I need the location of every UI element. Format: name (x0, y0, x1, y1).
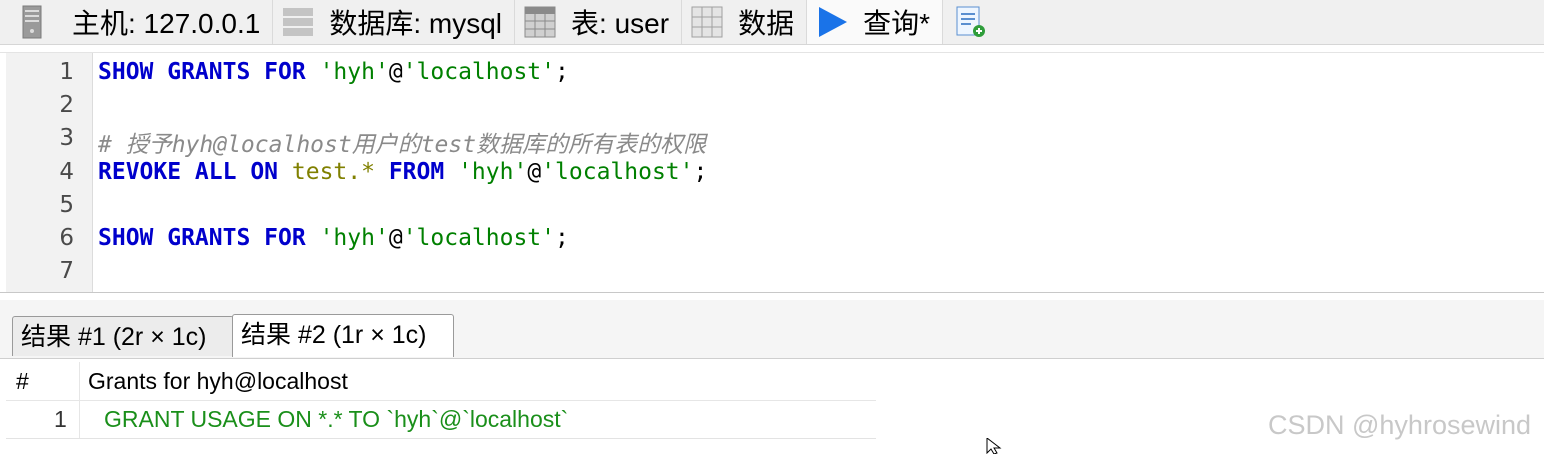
sql-at: @ (388, 225, 403, 251)
watermark: CSDN @hyhrosewind (1268, 410, 1531, 440)
line-number: 7 (59, 258, 74, 284)
sql-at: @ (527, 159, 542, 185)
line-number: 5 (59, 192, 74, 218)
code-line-3: # 授予hyh@localhost用户的test数据库的所有表的权限 (98, 132, 707, 158)
tab-data-label: 数据 (738, 8, 795, 39)
query-tab-bar: 主机: 127.0.0.1 数据库: mysql 表: user 数据 查询* (0, 0, 1544, 45)
column-header-grants[interactable]: Grants for hyh@localhost (88, 362, 348, 400)
row-number: 1 (54, 406, 67, 432)
sql-keyword: FROM (388, 159, 445, 185)
sql-string: 'hyh' (319, 59, 389, 85)
tab-database[interactable]: 数据库: mysql (273, 0, 516, 44)
sql-terminator: ; (693, 159, 708, 185)
table-icon (523, 5, 557, 39)
tab-database-label: 数据库: mysql (329, 8, 503, 39)
mouse-cursor-icon (986, 436, 1004, 458)
tab-table-label: 表: user (571, 8, 670, 39)
code-line-4: REVOKE ALL ON test.* FROM 'hyh'@'localho… (98, 159, 707, 185)
new-query-icon (953, 5, 987, 39)
data-grid-icon (690, 5, 724, 39)
sql-editor[interactable]: 1 2 3 4 5 6 7 SHOW GRANTS FOR 'hyh'@'loc… (0, 52, 1544, 293)
sql-string: 'localhost' (402, 225, 556, 251)
server-icon (22, 5, 42, 39)
sql-terminator: ; (555, 225, 569, 251)
line-number: 4 (59, 159, 74, 185)
result-grid: # Grants for hyh@localhost 1 GRANT USAGE… (6, 362, 876, 439)
line-number: 2 (59, 92, 74, 118)
tab-table[interactable]: 表: user (515, 0, 683, 44)
sql-string: 'hyh' (319, 225, 389, 251)
result-tab-1[interactable]: 结果 #1 (2r × 1c) (12, 316, 234, 356)
tab-query-label: 查询* (863, 8, 930, 39)
tab-data[interactable]: 数据 (682, 0, 808, 44)
column-header-number[interactable]: # (16, 362, 29, 400)
result-tab-bar: 结果 #1 (2r × 1c) 结果 #2 (1r × 1c) (0, 300, 1544, 359)
grant-cell[interactable]: GRANT USAGE ON *.* TO `hyh`@`localhost` (104, 400, 568, 438)
sql-terminator: ; (555, 59, 569, 85)
sql-at: @ (388, 59, 403, 85)
line-number-gutter: 1 2 3 4 5 6 7 (6, 53, 93, 293)
sql-keyword: REVOKE ALL ON (98, 159, 279, 185)
sql-string: 'localhost' (541, 159, 694, 185)
line-number: 1 (59, 59, 74, 85)
code-line-1: SHOW GRANTS FOR 'hyh'@'localhost'; (98, 59, 569, 85)
result-tab-2[interactable]: 结果 #2 (1r × 1c) (232, 314, 454, 357)
play-icon (815, 5, 849, 39)
line-number: 3 (59, 125, 74, 151)
tab-host[interactable]: 主机: 127.0.0.1 (0, 0, 274, 44)
line-number: 6 (59, 225, 74, 251)
sql-string: 'localhost' (402, 59, 556, 85)
new-query-button[interactable] (943, 0, 999, 44)
code-line-6: SHOW GRANTS FOR 'hyh'@'localhost'; (98, 225, 569, 251)
editor-results-splitter[interactable] (0, 292, 1544, 293)
sql-table-ref: test.* (291, 159, 375, 185)
sql-keyword: SHOW GRANTS FOR (98, 59, 306, 85)
tab-query[interactable]: 查询* (807, 0, 943, 44)
sql-string: 'hyh' (458, 159, 528, 185)
database-icon (281, 5, 315, 39)
sql-keyword: SHOW GRANTS FOR (98, 225, 306, 251)
tab-host-label: 主机: 127.0.0.1 (72, 8, 261, 39)
